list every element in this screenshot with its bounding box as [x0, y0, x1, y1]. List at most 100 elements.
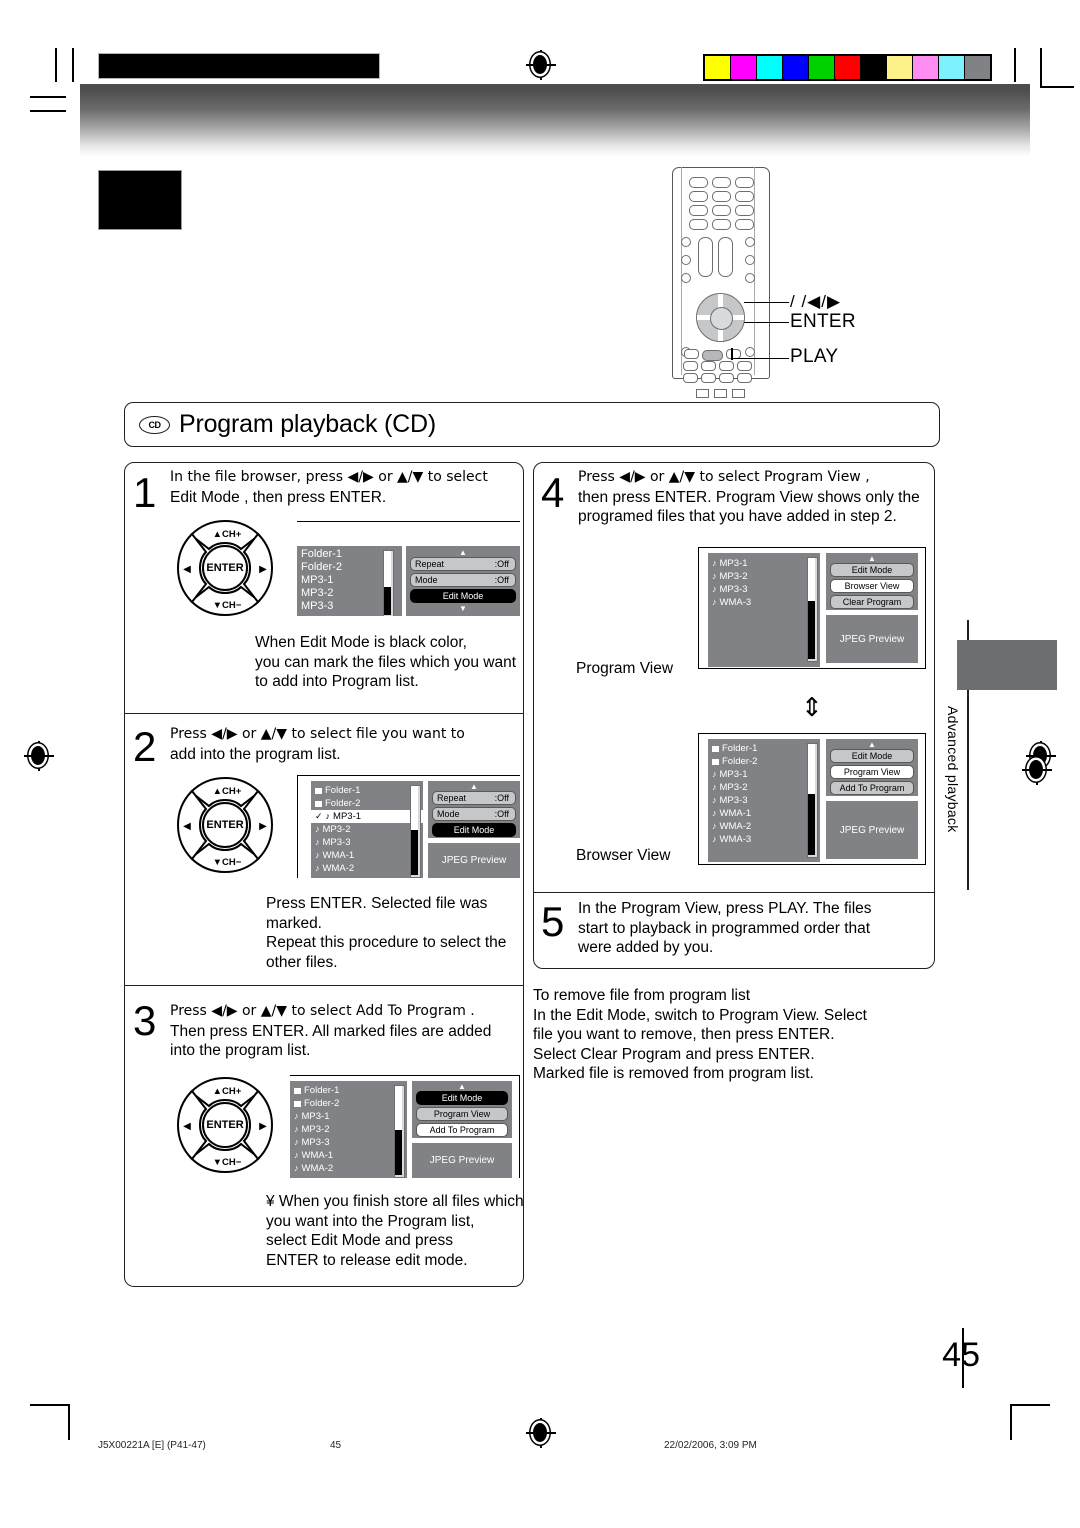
osd-file-row[interactable]: ♪ MP3-1	[708, 768, 820, 781]
scrollbar-thumb[interactable]	[411, 786, 418, 830]
remote-round-button[interactable]	[745, 347, 755, 357]
osd-scrollbar-program-view[interactable]	[807, 557, 818, 662]
osd-file-name: WMA-2	[719, 821, 752, 832]
osd-menu-item[interactable]: Browser View	[830, 579, 914, 593]
osd-scrollbar-browser-view[interactable]	[807, 743, 818, 858]
osd-file-row[interactable]: ♪ MP3-2	[708, 570, 820, 583]
osd-scrollbar-1[interactable]	[383, 550, 394, 616]
remote-volume-button[interactable]	[698, 237, 713, 277]
remote-button[interactable]	[712, 205, 731, 216]
osd-file-row[interactable]: ♪ WMA-1	[290, 1149, 407, 1162]
osd-file-row[interactable]: ♪ MP3-3	[708, 794, 820, 807]
remote-round-button[interactable]	[681, 237, 691, 247]
osd-menu-item[interactable]: Add To Program	[416, 1123, 508, 1137]
remote-button[interactable]	[712, 191, 731, 202]
osd-menu-item[interactable]: Edit Mode	[432, 823, 516, 837]
remote-button[interactable]	[689, 177, 708, 188]
folder-icon	[315, 787, 322, 794]
osd-file-row[interactable]: Folder-2	[290, 1097, 407, 1110]
scrollbar-thumb[interactable]	[808, 558, 815, 601]
osd-menu-item[interactable]: Clear Program	[830, 595, 914, 609]
osd-menu-item[interactable]: Edit Mode	[830, 563, 914, 577]
osd-menu-item[interactable]: Repeat:Off	[410, 557, 516, 571]
remote-button[interactable]	[712, 219, 731, 230]
osd-file-row[interactable]: ♪ MP3-1	[290, 1110, 407, 1123]
menu-scroll-up-icon[interactable]: ▲	[826, 553, 918, 563]
osd-file-row[interactable]: Folder-1	[311, 784, 423, 797]
scrollbar-track-filled	[808, 794, 815, 855]
osd-file-row[interactable]: Folder-2	[708, 755, 820, 768]
remote-round-button[interactable]	[681, 273, 691, 283]
remote-button[interactable]	[712, 177, 731, 188]
menu-scroll-up-icon[interactable]: ▲	[406, 546, 520, 557]
menu-scroll-up-icon[interactable]: ▲	[428, 781, 520, 791]
scrollbar-thumb[interactable]	[395, 1086, 402, 1130]
osd-menu-item[interactable]: Mode:Off	[410, 573, 516, 587]
remote-play-button[interactable]	[702, 350, 723, 361]
remote-button[interactable]	[683, 361, 698, 371]
remote-button[interactable]	[719, 373, 734, 383]
remote-button[interactable]	[737, 373, 752, 383]
scrollbar-thumb[interactable]	[384, 551, 391, 587]
remote-round-button[interactable]	[681, 255, 691, 265]
remote-round-button[interactable]	[745, 237, 755, 247]
osd-menu-item[interactable]: Edit Mode	[830, 749, 914, 763]
menu-scroll-up-icon[interactable]: ▲	[826, 739, 918, 749]
osd-file-row[interactable]: Folder-1	[290, 1084, 407, 1097]
remote-dpad[interactable]	[696, 293, 745, 342]
remote-button[interactable]	[719, 361, 734, 371]
remote-button[interactable]	[701, 373, 716, 383]
osd-menu-item[interactable]: Program View	[416, 1107, 508, 1121]
osd-menu-item[interactable]: Repeat:Off	[432, 791, 516, 805]
osd-file-row[interactable]: ♪ WMA-1	[708, 807, 820, 820]
remote-button[interactable]	[732, 389, 745, 398]
remote-button[interactable]	[696, 389, 709, 398]
music-note-icon: ♪	[712, 769, 717, 779]
remote-button[interactable]	[689, 219, 708, 230]
osd-menu-item[interactable]: Program View	[830, 765, 914, 779]
osd-file-row[interactable]: ♪ WMA-1	[311, 849, 423, 862]
osd-scrollbar-3[interactable]	[394, 1085, 405, 1178]
osd-file-row[interactable]: ♪ WMA-2	[708, 820, 820, 833]
remote-button[interactable]	[714, 389, 727, 398]
remote-button[interactable]	[735, 191, 754, 202]
dpad-enter-button[interactable]	[710, 307, 733, 330]
music-note-icon: ♪	[315, 837, 320, 847]
osd-file-row[interactable]: ♪ MP3-1	[708, 557, 820, 570]
remote-round-button[interactable]	[745, 255, 755, 265]
osd-file-row[interactable]: ♪ MP3-3	[708, 583, 820, 596]
osd-file-row[interactable]: Folder-1	[708, 742, 820, 755]
osd-file-row[interactable]: ♪ WMA-2	[290, 1162, 407, 1175]
remote-button[interactable]	[737, 361, 752, 371]
osd-file-row[interactable]: ♪ MP3-2	[708, 781, 820, 794]
remote-button[interactable]	[683, 373, 698, 383]
remote-button[interactable]	[684, 349, 699, 359]
remote-button[interactable]	[689, 191, 708, 202]
osd-menu-item[interactable]: Add To Program	[830, 781, 914, 795]
osd-file-row[interactable]: ♪ MP3-2	[290, 1123, 407, 1136]
remote-channel-button[interactable]	[718, 237, 733, 277]
osd-file-row[interactable]: ♪ WMA-3	[708, 833, 820, 846]
remote-button[interactable]	[735, 205, 754, 216]
osd-file-row[interactable]: ✓ ♪ MP3-1	[311, 810, 423, 823]
osd-scrollbar-2[interactable]	[410, 785, 421, 878]
osd-file-row[interactable]: ♪ MP3-2	[311, 823, 423, 836]
osd-menu-item[interactable]: Mode:Off	[432, 807, 516, 821]
scrollbar-thumb[interactable]	[808, 744, 815, 794]
remote-button[interactable]	[701, 361, 716, 371]
osd-file-row[interactable]: ♪ WMA-3	[708, 596, 820, 609]
osd-menu-item[interactable]: Edit Mode	[416, 1091, 508, 1105]
remote-button[interactable]	[735, 177, 754, 188]
remote-button[interactable]	[689, 205, 708, 216]
remote-round-button[interactable]	[745, 273, 755, 283]
menu-scroll-up-icon[interactable]: ▲	[412, 1081, 512, 1091]
osd-file-row[interactable]: Folder-2	[311, 797, 423, 810]
menu-scroll-down-icon[interactable]: ▼	[406, 605, 520, 613]
osd-menu-item[interactable]: Edit Mode	[410, 589, 516, 603]
remote-button[interactable]	[735, 219, 754, 230]
osd-file-row[interactable]: ♪ WMA-2	[311, 862, 423, 875]
color-patch	[939, 56, 965, 79]
osd-file-row[interactable]: ♪ MP3-3	[290, 1136, 407, 1149]
osd-file-row[interactable]: ♪ MP3-3	[311, 836, 423, 849]
registration-dot	[1029, 760, 1043, 779]
